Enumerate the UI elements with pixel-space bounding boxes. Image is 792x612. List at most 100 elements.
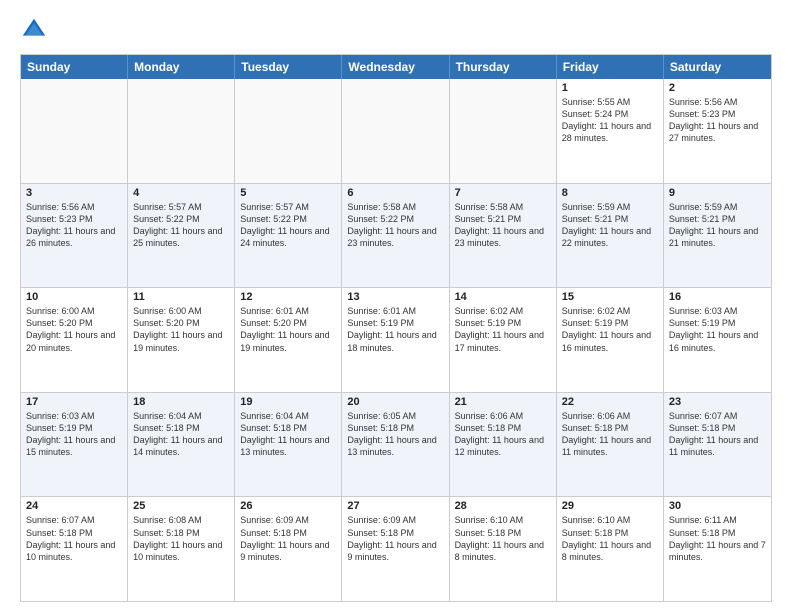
header-wednesday: Wednesday bbox=[342, 55, 449, 79]
day-number: 30 bbox=[669, 500, 766, 512]
day-number: 13 bbox=[347, 291, 443, 303]
logo bbox=[20, 16, 52, 44]
day-number: 18 bbox=[133, 396, 229, 408]
calendar-cell-r2-c1: 11 Sunrise: 6:00 AM Sunset: 5:20 PM Dayli… bbox=[128, 288, 235, 392]
day-number: 17 bbox=[26, 396, 122, 408]
calendar-cell-r3-c6: 23 Sunrise: 6:07 AM Sunset: 5:18 PM Dayli… bbox=[664, 393, 771, 497]
cell-info: Sunrise: 5:59 AM Sunset: 5:21 PM Dayligh… bbox=[562, 201, 658, 250]
calendar-cell-r0-c5: 1 Sunrise: 5:55 AM Sunset: 5:24 PM Daylig… bbox=[557, 79, 664, 183]
header-friday: Friday bbox=[557, 55, 664, 79]
cell-info: Sunrise: 6:00 AM Sunset: 5:20 PM Dayligh… bbox=[133, 305, 229, 354]
cell-info: Sunrise: 5:55 AM Sunset: 5:24 PM Dayligh… bbox=[562, 96, 658, 145]
cell-info: Sunrise: 5:57 AM Sunset: 5:22 PM Dayligh… bbox=[240, 201, 336, 250]
day-number: 20 bbox=[347, 396, 443, 408]
calendar-cell-r3-c3: 20 Sunrise: 6:05 AM Sunset: 5:18 PM Dayli… bbox=[342, 393, 449, 497]
day-number: 11 bbox=[133, 291, 229, 303]
day-number: 4 bbox=[133, 187, 229, 199]
calendar-cell-r0-c0 bbox=[21, 79, 128, 183]
calendar-body: 1 Sunrise: 5:55 AM Sunset: 5:24 PM Daylig… bbox=[21, 79, 771, 601]
cell-info: Sunrise: 5:56 AM Sunset: 5:23 PM Dayligh… bbox=[26, 201, 122, 250]
day-number: 8 bbox=[562, 187, 658, 199]
day-number: 10 bbox=[26, 291, 122, 303]
cell-info: Sunrise: 6:04 AM Sunset: 5:18 PM Dayligh… bbox=[133, 410, 229, 459]
day-number: 28 bbox=[455, 500, 551, 512]
day-number: 26 bbox=[240, 500, 336, 512]
day-number: 15 bbox=[562, 291, 658, 303]
day-number: 1 bbox=[562, 82, 658, 94]
day-number: 21 bbox=[455, 396, 551, 408]
calendar-cell-r0-c1 bbox=[128, 79, 235, 183]
day-number: 23 bbox=[669, 396, 766, 408]
header-sunday: Sunday bbox=[21, 55, 128, 79]
calendar-cell-r4-c4: 28 Sunrise: 6:10 AM Sunset: 5:18 PM Dayli… bbox=[450, 497, 557, 601]
header-thursday: Thursday bbox=[450, 55, 557, 79]
day-number: 2 bbox=[669, 82, 766, 94]
calendar-cell-r2-c2: 12 Sunrise: 6:01 AM Sunset: 5:20 PM Dayli… bbox=[235, 288, 342, 392]
calendar-row-5: 24 Sunrise: 6:07 AM Sunset: 5:18 PM Dayli… bbox=[21, 497, 771, 601]
calendar-cell-r4-c1: 25 Sunrise: 6:08 AM Sunset: 5:18 PM Dayli… bbox=[128, 497, 235, 601]
calendar-cell-r1-c0: 3 Sunrise: 5:56 AM Sunset: 5:23 PM Daylig… bbox=[21, 184, 128, 288]
cell-info: Sunrise: 6:07 AM Sunset: 5:18 PM Dayligh… bbox=[669, 410, 766, 459]
header-tuesday: Tuesday bbox=[235, 55, 342, 79]
calendar-row-1: 1 Sunrise: 5:55 AM Sunset: 5:24 PM Daylig… bbox=[21, 79, 771, 184]
cell-info: Sunrise: 6:09 AM Sunset: 5:18 PM Dayligh… bbox=[347, 514, 443, 563]
calendar-cell-r2-c3: 13 Sunrise: 6:01 AM Sunset: 5:19 PM Dayli… bbox=[342, 288, 449, 392]
header-monday: Monday bbox=[128, 55, 235, 79]
day-number: 9 bbox=[669, 187, 766, 199]
cell-info: Sunrise: 6:10 AM Sunset: 5:18 PM Dayligh… bbox=[455, 514, 551, 563]
day-number: 5 bbox=[240, 187, 336, 199]
day-number: 14 bbox=[455, 291, 551, 303]
day-number: 16 bbox=[669, 291, 766, 303]
logo-icon bbox=[20, 16, 48, 44]
calendar-cell-r2-c6: 16 Sunrise: 6:03 AM Sunset: 5:19 PM Dayli… bbox=[664, 288, 771, 392]
cell-info: Sunrise: 6:07 AM Sunset: 5:18 PM Dayligh… bbox=[26, 514, 122, 563]
header bbox=[20, 16, 772, 44]
calendar-cell-r3-c0: 17Sunrise: 6:03 AM Sunset: 5:19 PM Dayli… bbox=[21, 393, 128, 497]
page: Sunday Monday Tuesday Wednesday Thursday… bbox=[0, 0, 792, 612]
calendar-cell-r0-c4 bbox=[450, 79, 557, 183]
day-number: 19 bbox=[240, 396, 336, 408]
cell-info: Sunrise: 6:06 AM Sunset: 5:18 PM Dayligh… bbox=[455, 410, 551, 459]
calendar-cell-r3-c1: 18 Sunrise: 6:04 AM Sunset: 5:18 PM Dayli… bbox=[128, 393, 235, 497]
calendar-cell-r4-c5: 29Sunrise: 6:10 AM Sunset: 5:18 PM Dayli… bbox=[557, 497, 664, 601]
calendar: Sunday Monday Tuesday Wednesday Thursday… bbox=[20, 54, 772, 602]
calendar-cell-r3-c5: 22Sunrise: 6:06 AM Sunset: 5:18 PM Dayli… bbox=[557, 393, 664, 497]
cell-info: Sunrise: 6:04 AM Sunset: 5:18 PM Dayligh… bbox=[240, 410, 336, 459]
cell-info: Sunrise: 6:02 AM Sunset: 5:19 PM Dayligh… bbox=[455, 305, 551, 354]
header-saturday: Saturday bbox=[664, 55, 771, 79]
calendar-cell-r0-c2 bbox=[235, 79, 342, 183]
calendar-cell-r1-c3: 6 Sunrise: 5:58 AM Sunset: 5:22 PM Daylig… bbox=[342, 184, 449, 288]
calendar-cell-r0-c6: 2 Sunrise: 5:56 AM Sunset: 5:23 PM Daylig… bbox=[664, 79, 771, 183]
cell-info: Sunrise: 5:59 AM Sunset: 5:21 PM Dayligh… bbox=[669, 201, 766, 250]
calendar-cell-r1-c5: 8 Sunrise: 5:59 AM Sunset: 5:21 PM Daylig… bbox=[557, 184, 664, 288]
cell-info: Sunrise: 5:58 AM Sunset: 5:21 PM Dayligh… bbox=[455, 201, 551, 250]
calendar-cell-r3-c4: 21 Sunrise: 6:06 AM Sunset: 5:18 PM Dayli… bbox=[450, 393, 557, 497]
calendar-cell-r4-c3: 27Sunrise: 6:09 AM Sunset: 5:18 PM Dayli… bbox=[342, 497, 449, 601]
calendar-cell-r3-c2: 19 Sunrise: 6:04 AM Sunset: 5:18 PM Dayli… bbox=[235, 393, 342, 497]
day-number: 6 bbox=[347, 187, 443, 199]
cell-info: Sunrise: 6:02 AM Sunset: 5:19 PM Dayligh… bbox=[562, 305, 658, 354]
cell-info: Sunrise: 6:09 AM Sunset: 5:18 PM Dayligh… bbox=[240, 514, 336, 563]
calendar-row-3: 10 Sunrise: 6:00 AM Sunset: 5:20 PM Dayli… bbox=[21, 288, 771, 393]
calendar-row-4: 17Sunrise: 6:03 AM Sunset: 5:19 PM Dayli… bbox=[21, 393, 771, 498]
cell-info: Sunrise: 6:01 AM Sunset: 5:20 PM Dayligh… bbox=[240, 305, 336, 354]
cell-info: Sunrise: 6:03 AM Sunset: 5:19 PM Dayligh… bbox=[669, 305, 766, 354]
cell-info: Sunrise: 5:57 AM Sunset: 5:22 PM Dayligh… bbox=[133, 201, 229, 250]
day-number: 12 bbox=[240, 291, 336, 303]
cell-info: Sunrise: 6:10 AM Sunset: 5:18 PM Dayligh… bbox=[562, 514, 658, 563]
day-number: 25 bbox=[133, 500, 229, 512]
calendar-cell-r2-c0: 10 Sunrise: 6:00 AM Sunset: 5:20 PM Dayli… bbox=[21, 288, 128, 392]
calendar-cell-r2-c5: 15 Sunrise: 6:02 AM Sunset: 5:19 PM Dayli… bbox=[557, 288, 664, 392]
cell-info: Sunrise: 6:01 AM Sunset: 5:19 PM Dayligh… bbox=[347, 305, 443, 354]
calendar-cell-r1-c4: 7 Sunrise: 5:58 AM Sunset: 5:21 PM Daylig… bbox=[450, 184, 557, 288]
cell-info: Sunrise: 5:56 AM Sunset: 5:23 PM Dayligh… bbox=[669, 96, 766, 145]
calendar-cell-r0-c3 bbox=[342, 79, 449, 183]
cell-info: Sunrise: 6:08 AM Sunset: 5:18 PM Dayligh… bbox=[133, 514, 229, 563]
day-number: 3 bbox=[26, 187, 122, 199]
cell-info: Sunrise: 5:58 AM Sunset: 5:22 PM Dayligh… bbox=[347, 201, 443, 250]
day-number: 7 bbox=[455, 187, 551, 199]
calendar-cell-r4-c2: 26 Sunrise: 6:09 AM Sunset: 5:18 PM Dayli… bbox=[235, 497, 342, 601]
day-number: 24 bbox=[26, 500, 122, 512]
cell-info: Sunrise: 6:00 AM Sunset: 5:20 PM Dayligh… bbox=[26, 305, 122, 354]
cell-info: Sunrise: 6:05 AM Sunset: 5:18 PM Dayligh… bbox=[347, 410, 443, 459]
